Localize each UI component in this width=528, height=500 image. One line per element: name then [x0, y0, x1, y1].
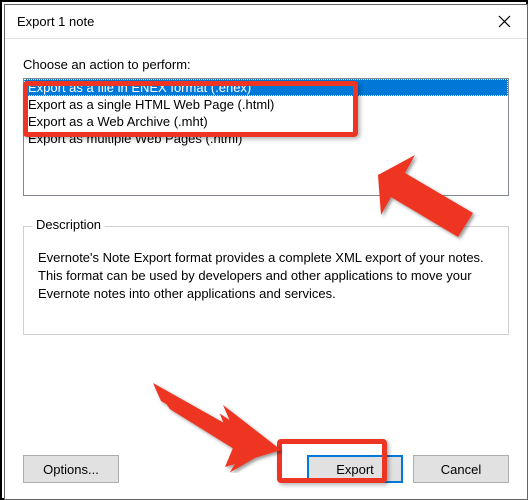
options-button[interactable]: Options... — [23, 455, 119, 483]
button-row: Options... Export Cancel — [23, 455, 509, 483]
list-item[interactable]: Export as a file in ENEX format (.enex) — [24, 79, 508, 96]
description-group: Description Evernote's Note Export forma… — [23, 226, 509, 335]
action-label: Choose an action to perform: — [23, 57, 509, 72]
list-item[interactable]: Export as a Web Archive (.mht) — [24, 113, 508, 130]
action-listbox[interactable]: Export as a file in ENEX format (.enex) … — [23, 78, 509, 196]
close-button[interactable] — [481, 5, 527, 39]
description-text: Evernote's Note Export format provides a… — [38, 249, 494, 304]
description-label: Description — [32, 217, 105, 232]
window-title: Export 1 note — [17, 14, 94, 29]
list-item[interactable]: Export as a single HTML Web Page (.html) — [24, 96, 508, 113]
export-button[interactable]: Export — [307, 455, 403, 483]
list-item[interactable]: Export as multiple Web Pages (.html) — [24, 130, 508, 147]
titlebar: Export 1 note — [5, 5, 527, 39]
cancel-button[interactable]: Cancel — [413, 455, 509, 483]
export-dialog: Export 1 note Choose an action to perfor… — [4, 4, 528, 500]
close-icon — [498, 15, 511, 28]
